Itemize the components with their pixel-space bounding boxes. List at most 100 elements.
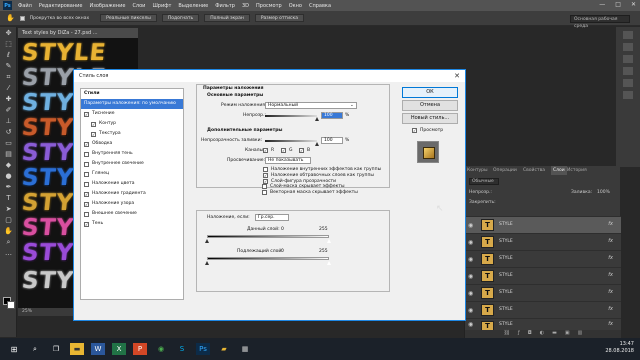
lasso-tool-icon[interactable]: ℓ (4, 51, 13, 60)
scroll-all-checkbox[interactable] (19, 15, 25, 21)
underlying-black-thumb[interactable] (205, 261, 209, 265)
layer-row[interactable]: ◉ T STYLE fx (465, 267, 621, 284)
fx-checkbox[interactable] (84, 201, 89, 207)
fit-screen-button[interactable]: Подогнать (161, 14, 200, 22)
layer-name[interactable]: STYLE (499, 256, 513, 261)
minimize-icon[interactable]: — (599, 1, 605, 8)
option-checkbox[interactable] (262, 190, 267, 195)
chrome-icon[interactable]: ◉ (154, 343, 168, 355)
fx-outer-glow[interactable]: Внешнее свечение (81, 209, 183, 219)
fx-checkbox[interactable] (84, 211, 89, 217)
fx-checkbox[interactable] (84, 111, 89, 117)
fx-checkbox[interactable] (84, 171, 89, 177)
menu-view[interactable]: Просмотр (256, 3, 282, 9)
fx-blending-options[interactable]: Параметры наложения: по умолчанию (81, 99, 183, 109)
search-icon[interactable]: ⌕ (28, 343, 42, 355)
pen-tool-icon[interactable]: ✒ (4, 183, 13, 192)
visibility-eye-icon[interactable]: ◉ (468, 239, 473, 246)
layer-name[interactable]: STYLE (499, 239, 513, 244)
healing-tool-icon[interactable]: ✚ (4, 95, 13, 104)
cancel-button[interactable]: Отмена (402, 100, 458, 111)
dodge-tool-icon[interactable]: ● (4, 172, 13, 181)
powerpoint-icon[interactable]: P (133, 343, 147, 355)
adjustments-panel-icon[interactable] (623, 55, 633, 63)
menu-layers[interactable]: Слои (132, 3, 145, 9)
option-checkbox[interactable] (262, 184, 267, 189)
fx-menu-icon[interactable]: ƒ (518, 330, 520, 338)
visibility-eye-icon[interactable]: ◉ (468, 256, 473, 263)
fx-inner-shadow[interactable]: Внутренняя тень (81, 149, 183, 159)
this-layer-black-thumb[interactable] (205, 239, 209, 243)
stamp-tool-icon[interactable]: ⊥ (4, 117, 13, 126)
close-icon[interactable]: ✕ (631, 1, 636, 8)
fx-bevel-emboss[interactable]: Тиснение (81, 109, 183, 119)
option-checkbox[interactable] (263, 167, 268, 172)
styles-panel-icon[interactable] (623, 67, 633, 75)
character-panel-icon[interactable] (623, 91, 633, 99)
folder-icon[interactable]: ▰ (217, 343, 231, 355)
fx-contour[interactable]: Контур (81, 119, 183, 129)
fx-pattern-overlay[interactable]: Наложение узора (81, 199, 183, 209)
fx-icon[interactable]: fx (608, 306, 613, 312)
fx-satin[interactable]: Глянец (81, 169, 183, 179)
layer-name[interactable]: STYLE (499, 290, 513, 295)
tab-layers[interactable]: Слои (551, 166, 567, 175)
brush-tool-icon[interactable]: ✐ (4, 106, 13, 115)
menu-type[interactable]: Шрифт (152, 3, 171, 9)
fx-checkbox[interactable] (84, 181, 89, 187)
menu-filter[interactable]: Фильтр (215, 3, 235, 9)
crop-tool-icon[interactable]: ⌗ (4, 73, 13, 82)
marquee-tool-icon[interactable]: ⬚ (4, 40, 13, 49)
option-layer-mask-hides[interactable]: Слой-маска скрывает эффекты (262, 184, 345, 189)
color-panel-icon[interactable] (623, 31, 633, 39)
channel-b[interactable]: B (299, 148, 310, 153)
layer-row[interactable]: ◉ T STYLE fx (465, 233, 621, 250)
type-tool-icon[interactable]: T (4, 194, 13, 203)
visibility-eye-icon[interactable]: ◉ (468, 290, 473, 297)
fx-stroke[interactable]: Обводка (81, 139, 183, 149)
maximize-icon[interactable]: □ (615, 1, 621, 8)
paragraph-panel-icon[interactable] (623, 79, 633, 87)
fx-checkbox[interactable] (84, 151, 89, 157)
workspace-select[interactable]: Основная рабочая среда (570, 15, 630, 29)
fx-checkbox[interactable] (84, 221, 89, 227)
layer-kind-filter[interactable]: Обычные (469, 178, 499, 185)
document-tab[interactable]: Text styles by DiZa - 27.psd ... (18, 28, 138, 38)
fill-screen-button[interactable]: Полный экран (204, 14, 250, 22)
move-tool-icon[interactable]: ✥ (4, 29, 13, 38)
this-layer-slider[interactable] (207, 235, 329, 238)
tab-history[interactable]: История (567, 166, 587, 175)
styles-header[interactable]: Стили (81, 89, 183, 99)
fx-checkbox[interactable] (84, 161, 89, 167)
more-tools-icon[interactable]: … (4, 249, 13, 258)
windows-start-icon[interactable]: ⊞ (7, 343, 21, 355)
preview-checkbox[interactable] (412, 128, 417, 133)
channel-g[interactable]: G (281, 148, 293, 153)
excel-icon[interactable]: X (112, 343, 126, 355)
actual-pixels-button[interactable]: Реальные пикселы (100, 14, 157, 22)
this-layer-white-thumb[interactable] (327, 239, 331, 243)
tab-properties[interactable]: Свойства (523, 166, 545, 175)
menu-edit[interactable]: Редактирование (39, 3, 83, 9)
history-brush-tool-icon[interactable]: ↺ (4, 128, 13, 137)
quick-select-tool-icon[interactable]: ✎ (4, 62, 13, 71)
menu-image[interactable]: Изображение (89, 3, 125, 9)
menu-help[interactable]: Справка (309, 3, 331, 9)
task-view-icon[interactable]: ❐ (49, 343, 63, 355)
fx-icon[interactable]: fx (608, 221, 613, 227)
close-icon[interactable]: ✕ (454, 72, 460, 80)
layer-row[interactable]: ◉ T STYLE fx (465, 250, 621, 267)
fill-opacity-input[interactable]: 100 (321, 137, 343, 144)
menu-select[interactable]: Выделение (178, 3, 208, 9)
opacity-slider[interactable] (265, 115, 317, 117)
layer-row[interactable]: ◉ T STYLE fx (465, 216, 621, 233)
option-blend-interior[interactable]: Наложение внутренних эффектов как группы (263, 167, 381, 172)
preview-toggle[interactable]: Просмотр (412, 128, 443, 133)
word-icon[interactable]: W (91, 343, 105, 355)
tab-actions[interactable]: Операции (493, 166, 517, 175)
underlying-layer-slider[interactable] (207, 257, 329, 260)
layer-fill-value[interactable]: 100% (597, 190, 610, 195)
fx-checkbox[interactable] (84, 141, 89, 147)
fx-icon[interactable]: fx (608, 255, 613, 261)
swatches-panel-icon[interactable] (623, 43, 633, 51)
